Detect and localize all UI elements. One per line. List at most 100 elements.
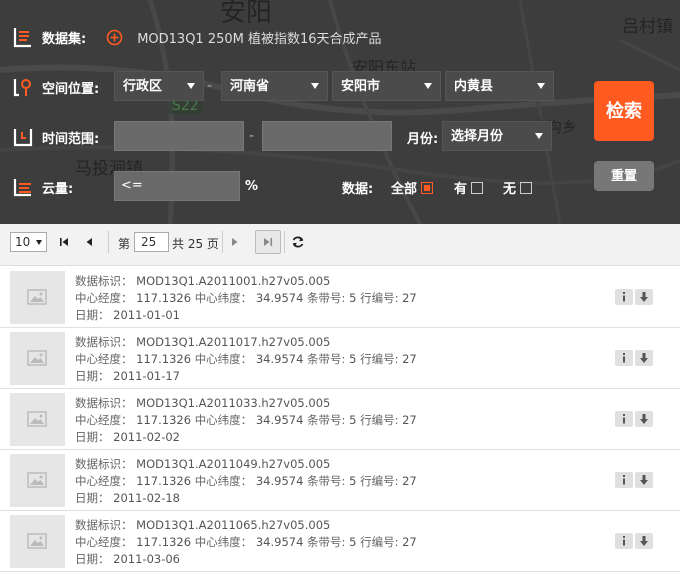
download-button[interactable] <box>635 533 653 549</box>
item-id-line: 数据标识： MOD13Q1.A2011065.h27v05.005 <box>75 517 330 533</box>
prev-page-icon[interactable] <box>82 235 96 249</box>
county-select[interactable]: 内黄县 <box>445 71 554 101</box>
toolbar-divider <box>108 231 109 253</box>
item-date-line: 日期： 2011-02-18 <box>75 490 180 506</box>
item-location-line: 中心经度： 117.1326 中心纬度： 34.9574 条带号: 5 行编号:… <box>75 351 417 367</box>
month-label: 月份: <box>407 132 439 147</box>
item-lon: 117.1326 <box>136 474 192 488</box>
toolbar-divider <box>222 231 223 253</box>
date-label: 日期： <box>75 552 110 566</box>
month-select[interactable]: 选择月份 <box>442 121 552 151</box>
info-button[interactable] <box>615 533 633 549</box>
reset-button[interactable]: 重置 <box>594 161 654 191</box>
list-item[interactable]: 数据标识： MOD13Q1.A2011017.h27v05.005 中心经度： … <box>0 328 680 389</box>
row-label: 行编号: <box>360 291 399 305</box>
download-button[interactable] <box>635 350 653 366</box>
calendar-icon <box>12 126 34 148</box>
item-id: MOD13Q1.A2011033.h27v05.005 <box>136 396 331 410</box>
dataset-row: 数据集: MOD13Q1 250M 植被指数16天合成产品 <box>0 26 382 48</box>
item-location-line: 中心经度： 117.1326 中心纬度： 34.9574 条带号: 5 行编号:… <box>75 473 417 489</box>
time-end-input[interactable] <box>262 121 392 151</box>
info-button[interactable] <box>615 350 633 366</box>
cloud-filter-icon <box>12 176 34 198</box>
list-item[interactable]: 数据标识： MOD13Q1.A2011065.h27v05.005 中心经度： … <box>0 511 680 572</box>
item-id-line: 数据标识： MOD13Q1.A2011001.h27v05.005 <box>75 273 330 289</box>
radio-have[interactable]: 有 <box>454 178 484 197</box>
radio-all-checkbox[interactable] <box>421 181 434 194</box>
download-icon <box>640 353 648 363</box>
time-separator-dash: - <box>249 128 255 144</box>
item-lon: 117.1326 <box>136 352 192 366</box>
first-page-icon[interactable] <box>57 235 71 249</box>
chevron-down-icon <box>537 83 545 89</box>
last-page-button[interactable] <box>255 230 281 254</box>
radio-have-checkbox[interactable] <box>471 181 484 194</box>
info-icon <box>623 414 625 424</box>
list-item[interactable]: 数据标识： MOD13Q1.A2011033.h27v05.005 中心经度： … <box>0 389 680 450</box>
info-button[interactable] <box>615 289 633 305</box>
city-value: 安阳市 <box>341 79 381 94</box>
download-icon <box>640 292 648 302</box>
add-dataset-icon[interactable] <box>106 29 123 46</box>
list-item[interactable]: 数据标识： MOD13Q1.A2011001.h27v05.005 中心经度： … <box>0 267 680 328</box>
item-strip: 5 <box>349 474 357 488</box>
province-value: 河南省 <box>230 79 270 94</box>
next-page-icon[interactable] <box>228 235 242 249</box>
item-id: MOD13Q1.A2011001.h27v05.005 <box>136 274 331 288</box>
location-label: 空间位置: <box>42 81 100 97</box>
item-date: 2011-02-02 <box>113 430 180 444</box>
info-button[interactable] <box>615 411 633 427</box>
item-lon: 117.1326 <box>136 291 192 305</box>
page-size-select[interactable]: 10 <box>10 232 47 252</box>
image-icon <box>27 289 47 305</box>
page-number-input[interactable]: 25 <box>134 232 169 252</box>
item-date: 2011-02-18 <box>113 491 180 505</box>
lon-label: 中心经度： <box>75 535 133 549</box>
cloud-row: 云量: <box>0 176 73 198</box>
strip-label: 条带号: <box>307 291 346 305</box>
refresh-icon[interactable] <box>291 235 305 249</box>
item-row: 27 <box>402 413 417 427</box>
radio-all[interactable]: 全部 <box>391 178 434 197</box>
radio-none-checkbox[interactable] <box>520 181 533 194</box>
lon-label: 中心经度： <box>75 291 133 305</box>
chevron-down-icon <box>36 240 42 245</box>
item-date-line: 日期： 2011-01-17 <box>75 368 180 384</box>
download-button[interactable] <box>635 411 653 427</box>
info-icon <box>623 353 625 363</box>
page-total: 共 25 页 <box>172 237 219 251</box>
item-date-line: 日期： 2011-02-02 <box>75 429 180 445</box>
dataset-value[interactable]: MOD13Q1 250M 植被指数16天合成产品 <box>137 28 381 47</box>
download-button[interactable] <box>635 289 653 305</box>
item-location-line: 中心经度： 117.1326 中心纬度： 34.9574 条带号: 5 行编号:… <box>75 534 417 550</box>
thumbnail-placeholder <box>10 454 65 507</box>
time-start-input[interactable] <box>114 121 244 151</box>
chevron-down-icon <box>311 83 319 89</box>
chevron-down-icon <box>187 83 195 89</box>
item-lat: 34.9574 <box>255 352 304 366</box>
list-item[interactable]: 数据标识： MOD13Q1.A2011049.h27v05.005 中心经度： … <box>0 450 680 511</box>
download-button[interactable] <box>635 472 653 488</box>
map-label-lvcun: 吕村镇 <box>622 17 673 37</box>
region-type-select[interactable]: 行政区 <box>114 71 204 101</box>
item-lat: 34.9574 <box>255 291 304 305</box>
image-icon <box>27 411 47 427</box>
row-label: 行编号: <box>360 535 399 549</box>
county-value: 内黄县 <box>454 79 494 94</box>
city-select[interactable]: 安阳市 <box>332 71 441 101</box>
region-type-value: 行政区 <box>123 79 163 94</box>
search-button[interactable]: 检索 <box>594 81 654 141</box>
thumbnail-placeholder <box>10 332 65 385</box>
info-button[interactable] <box>615 472 633 488</box>
radio-none[interactable]: 无 <box>503 178 533 197</box>
image-icon <box>27 533 47 549</box>
province-select[interactable]: 河南省 <box>221 71 328 101</box>
cloud-input[interactable]: <= <box>114 171 240 201</box>
cloud-label: 云量: <box>42 181 74 197</box>
date-label: 日期： <box>75 308 110 322</box>
item-id-line: 数据标识： MOD13Q1.A2011017.h27v05.005 <box>75 334 330 350</box>
row-label: 行编号: <box>360 413 399 427</box>
item-date: 2011-03-06 <box>113 552 180 566</box>
strip-label: 条带号: <box>307 474 346 488</box>
item-lat: 34.9574 <box>255 535 304 549</box>
